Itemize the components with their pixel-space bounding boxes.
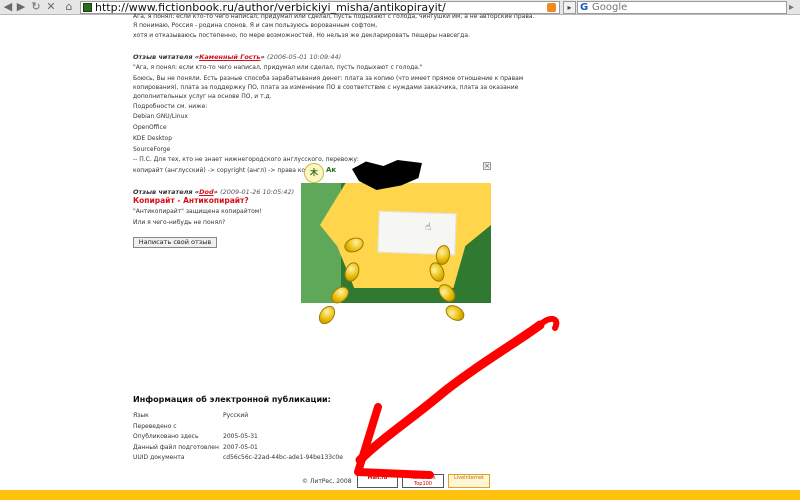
list-item: SourceForge bbox=[133, 146, 171, 153]
google-icon[interactable]: G bbox=[580, 2, 588, 14]
comment-suffix: » bbox=[260, 53, 265, 61]
forward-icon[interactable]: ▶ bbox=[15, 1, 27, 13]
badge-label: LiveInternet bbox=[453, 475, 485, 481]
rss-icon[interactable] bbox=[547, 3, 556, 12]
comment-date: (2006-05-01 10:09:44) bbox=[267, 53, 342, 61]
rambler-top100-badge[interactable]: Rambler's Top100 bbox=[402, 474, 444, 488]
arrow-head bbox=[354, 403, 434, 479]
list-item: Debian GNU/Linux bbox=[133, 113, 188, 120]
arrow-swirl bbox=[537, 315, 560, 331]
ad-logo-text[interactable]: Ак bbox=[326, 166, 336, 174]
arrow-shaft bbox=[355, 320, 545, 465]
info-key: Опубликовано здесь bbox=[133, 433, 199, 440]
search-go-icon[interactable]: ▸ bbox=[789, 2, 794, 13]
coin-icon bbox=[442, 301, 468, 325]
publication-info-title: Информация об электронной публикации: bbox=[133, 395, 331, 404]
reload-icon[interactable]: ↻ bbox=[30, 1, 42, 13]
info-value: cd56c56c-22ad-44bc-ade1-94be133c0e bbox=[223, 454, 343, 461]
copyright-text: © ЛитРес, 2008 bbox=[302, 478, 352, 485]
hand-cursor-icon: ☝ bbox=[425, 222, 432, 233]
site-favicon-icon bbox=[83, 3, 92, 12]
comment-text: хотя и отказываюсь постепенно, по мере в… bbox=[133, 32, 470, 39]
comment-date: (2009-01-26 10:05:42) bbox=[220, 188, 295, 196]
comment-author-link[interactable]: Dod bbox=[199, 188, 214, 196]
list-item: OpenOffice bbox=[133, 124, 167, 131]
info-key: Данный файл подготовлен bbox=[133, 443, 219, 451]
bottom-bar bbox=[0, 490, 800, 500]
back-icon[interactable]: ◀ bbox=[2, 1, 14, 13]
comment-text: "Антикопирайт" защищена копирайтом! bbox=[133, 208, 262, 215]
comment-suffix: » bbox=[213, 188, 218, 196]
comment-title: Копирайт - Антикопирайт? bbox=[133, 196, 249, 205]
comment-quote: "Ага, я понял: если кто-то чего написал,… bbox=[133, 64, 423, 71]
comment-text: копирайт (англусский) -> copyright (англ… bbox=[133, 167, 306, 174]
coin-icon bbox=[315, 302, 339, 328]
write-review-button[interactable]: Написать свой отзыв bbox=[133, 237, 217, 248]
comment-text: Или я чего-нибудь не понял? bbox=[133, 219, 226, 226]
search-box[interactable]: G bbox=[577, 1, 787, 14]
comment-header: Отзыв читателя «Каменный Гость» (2006-05… bbox=[133, 52, 341, 62]
comment-text: Подробности см. ниже: bbox=[133, 103, 208, 110]
info-value: Русский bbox=[223, 412, 249, 419]
go-icon[interactable]: ▸ bbox=[563, 1, 576, 14]
comment-text: дополнительных услуг на основе ПО, и т.д… bbox=[133, 93, 272, 100]
home-icon[interactable]: ⌂ bbox=[63, 1, 75, 13]
comment-prefix: Отзыв читателя « bbox=[133, 188, 200, 196]
mailru-counter-badge[interactable]: Mail.ru bbox=[357, 474, 398, 488]
info-key: UUID документа bbox=[133, 454, 185, 461]
info-value: 2007-05-01 bbox=[223, 443, 258, 451]
search-input[interactable] bbox=[592, 2, 762, 13]
comment-text: -- П.С. Для тех, кто не знает нижнегород… bbox=[133, 156, 359, 163]
info-key: Переведено с bbox=[133, 422, 177, 430]
stop-icon[interactable]: ✕ bbox=[45, 1, 57, 13]
close-icon[interactable]: × bbox=[483, 162, 491, 170]
list-item: KDE Desktop bbox=[133, 135, 172, 142]
badge-label: Rambler's Top100 bbox=[410, 475, 436, 487]
comment-prefix: Отзыв читателя « bbox=[133, 53, 200, 61]
comment-text: Я понимаю, Россия - родина слонов. Я и с… bbox=[133, 22, 378, 29]
info-key: Язык bbox=[133, 412, 149, 419]
comment-author-link[interactable]: Каменный Гость bbox=[199, 53, 260, 61]
ad-logo-icon[interactable]: 木 bbox=[304, 163, 324, 183]
info-value: 2005-05-31 bbox=[223, 433, 258, 440]
liveinternet-badge[interactable]: LiveInternet bbox=[448, 474, 490, 488]
badge-label: Mail.ru bbox=[367, 475, 388, 481]
